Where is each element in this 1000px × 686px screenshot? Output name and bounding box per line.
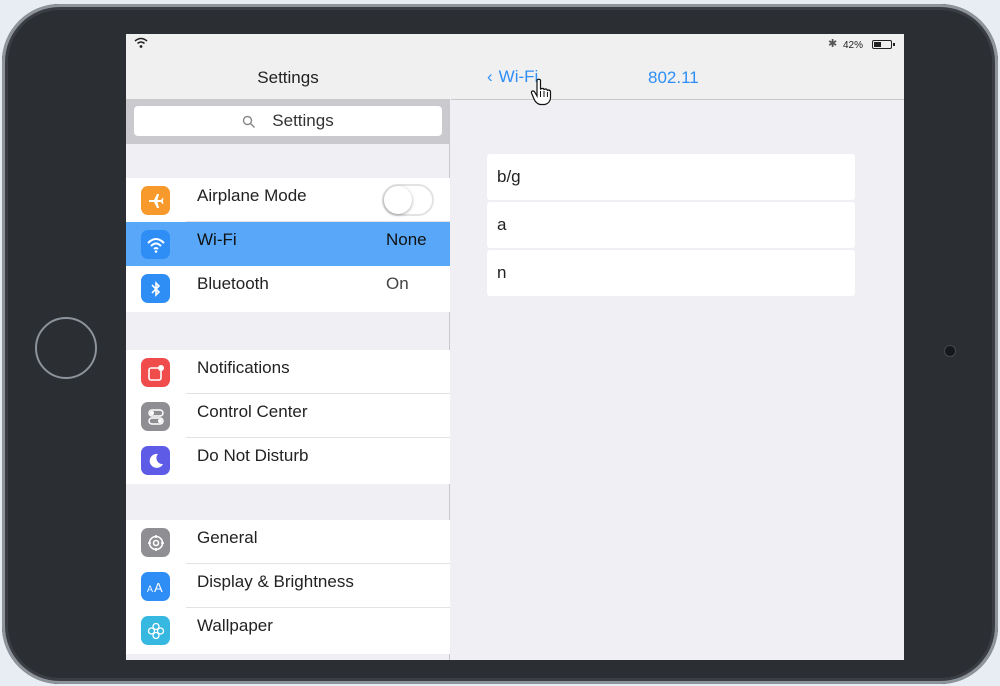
settings-group-connectivity: Airplane Mode Wi-Fi None Bluetooth On [126,178,450,312]
option-label: b/g [497,167,521,186]
control-center-icon [141,402,170,431]
settings-row-airplane-mode[interactable]: Airplane Mode [126,178,450,222]
settings-row-do-not-disturb[interactable]: Do Not Disturb [126,438,450,482]
display-brightness-label: Display & Brightness [197,572,354,591]
search-bar: Settings [126,100,450,144]
toggle-knob [384,186,412,214]
search-icon [243,115,256,128]
wallpaper-icon [141,616,170,645]
option-row[interactable]: a [487,202,855,248]
battery-icon [872,40,892,49]
option-row[interactable]: b/g [487,154,855,200]
svg-text:A: A [154,580,163,595]
bluetooth-icon [141,274,170,303]
control-center-label: Control Center [197,402,308,421]
wifi-status-icon [134,37,148,48]
settings-row-wifi[interactable]: Wi-Fi None [126,222,450,266]
bluetooth-label: Bluetooth [197,274,269,293]
search-placeholder: Settings [272,111,334,130]
settings-master-pane: Settings Settings Airplane Mode Wi-Fi No… [126,34,450,660]
notifications-label: Notifications [197,358,290,377]
wifi-icon [141,230,170,259]
battery-percentage: 42% [843,40,864,51]
screen: Settings Settings Airplane Mode Wi-Fi No… [126,34,904,660]
option-label: a [497,215,507,234]
detail-title: 802.11 [648,68,699,87]
moon-icon [141,446,170,475]
settings-group-notifications: Notifications Control Center Do Not Dist… [126,350,450,484]
do-not-disturb-label: Do Not Disturb [197,446,309,465]
wifi-value: None [386,230,427,249]
gear-icon [141,528,170,557]
hand-cursor-icon [530,78,552,106]
status-bar: ✱ 42% [126,34,904,56]
wifi-label: Wi-Fi [197,230,237,249]
display-brightness-icon: A A [141,572,170,601]
option-label: n [497,263,507,282]
settings-row-control-center[interactable]: Control Center [126,394,450,438]
battery-tip [893,43,895,46]
search-input[interactable]: Settings [134,106,442,136]
settings-row-display-brightness[interactable]: A A Display & Brightness [126,564,450,608]
settings-group-general: General A A Display & Brightness Wallpap… [126,520,450,654]
settings-row-notifications[interactable]: Notifications [126,350,450,394]
chevron-left-icon: ‹ [487,67,493,86]
battery-fill [874,42,881,47]
airplane-mode-label: Airplane Mode [197,186,307,205]
detail-pane: ‹ Wi-Fi 802.11 b/g a n [451,34,904,660]
settings-row-general[interactable]: General [126,520,450,564]
camera-icon [945,346,955,356]
settings-row-wallpaper[interactable]: Wallpaper [126,608,450,652]
bluetooth-value: On [386,274,409,293]
wallpaper-label: Wallpaper [197,616,273,635]
bluetooth-status-icon: ✱ [828,38,838,50]
general-label: General [197,528,258,547]
airplane-mode-toggle[interactable] [382,184,434,216]
master-title: Settings [257,68,319,87]
option-row[interactable]: n [487,250,855,296]
settings-row-bluetooth[interactable]: Bluetooth On [126,266,450,310]
notifications-icon [141,358,170,387]
home-button[interactable] [35,317,97,379]
svg-text:A: A [147,584,153,594]
airplane-icon [141,186,170,215]
